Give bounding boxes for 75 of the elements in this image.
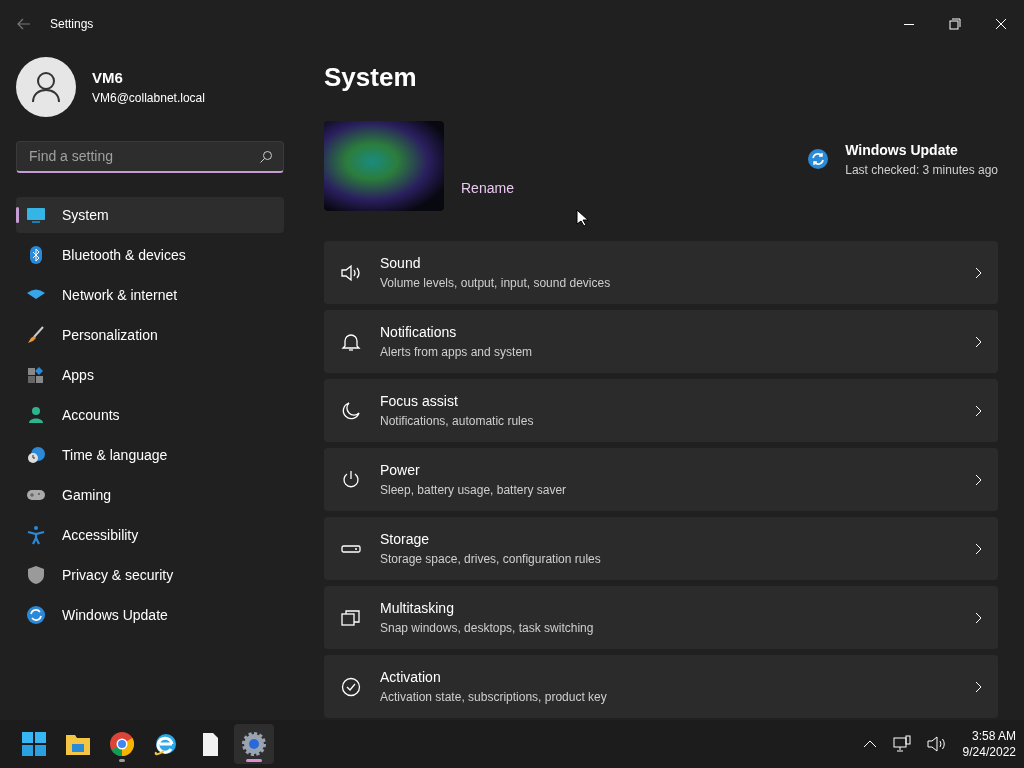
setting-title: Notifications bbox=[380, 323, 458, 342]
sync-icon bbox=[26, 605, 46, 625]
nav-item[interactable]: Network & internet bbox=[16, 277, 284, 313]
setting-description: Activation state, subscriptions, product key bbox=[380, 689, 608, 706]
chrome-icon bbox=[108, 730, 136, 758]
setting-card[interactable]: Sound Volume levels, output, input, sound devices bbox=[324, 241, 998, 304]
search-box[interactable]: Find a setting bbox=[16, 141, 284, 173]
setting-card[interactable]: Multitasking Snap windows, desktops, task switching bbox=[324, 586, 998, 649]
sync-icon bbox=[807, 148, 830, 170]
setting-card[interactable]: Storage Storage space, drives, configuration rules bbox=[324, 517, 998, 580]
start-icon bbox=[20, 730, 48, 758]
gear-icon bbox=[240, 730, 268, 758]
network-icon[interactable] bbox=[892, 735, 911, 753]
nav-item[interactable]: Accounts bbox=[16, 397, 284, 433]
chevron-right-icon bbox=[974, 680, 982, 693]
setting-card[interactable]: Focus assist Notifications, automatic rules bbox=[324, 379, 998, 442]
power-icon bbox=[341, 469, 361, 490]
pointer-icon bbox=[576, 209, 588, 227]
window-title: Settings bbox=[50, 16, 94, 33]
account-email: VM6@collabnet.local bbox=[92, 90, 205, 108]
search-icon[interactable] bbox=[259, 149, 273, 164]
update-title[interactable]: Windows Update bbox=[845, 139, 998, 161]
nav-item[interactable]: Time & language bbox=[16, 437, 284, 473]
nav-item[interactable]: Bluetooth & devices bbox=[16, 237, 284, 273]
speaker-icon bbox=[341, 262, 361, 283]
nav-item[interactable]: Apps bbox=[16, 357, 284, 393]
chevron-right-icon bbox=[974, 266, 982, 279]
setting-title: Power bbox=[380, 461, 421, 480]
chevron-right-icon bbox=[974, 335, 982, 348]
setting-card[interactable]: Activation Activation state, subscriptions, product key bbox=[324, 655, 998, 718]
back-arrow-icon[interactable] bbox=[17, 18, 31, 30]
speaker-icon[interactable] bbox=[926, 736, 947, 752]
apps-icon bbox=[26, 365, 46, 385]
chevron-up-icon[interactable] bbox=[862, 739, 877, 749]
check-circle-icon bbox=[341, 676, 361, 697]
clock[interactable]: 3:58 AM 9/24/2022 bbox=[962, 727, 1016, 761]
person-icon bbox=[26, 405, 46, 425]
page-title: System bbox=[324, 61, 418, 94]
shield-icon bbox=[26, 565, 46, 585]
bell-icon bbox=[341, 331, 361, 352]
nav-item[interactable]: System bbox=[16, 197, 284, 233]
setting-description: Notifications, automatic rules bbox=[380, 413, 535, 430]
account-name: VM6 bbox=[92, 67, 124, 88]
globe-clock-icon bbox=[26, 445, 46, 465]
brush-icon bbox=[26, 325, 46, 345]
setting-description: Alerts from apps and system bbox=[380, 344, 534, 361]
setting-description: Snap windows, desktops, task switching bbox=[380, 620, 595, 637]
avatar bbox=[16, 57, 76, 117]
taskbar-app-button[interactable] bbox=[234, 724, 274, 764]
setting-description: Sleep, battery usage, battery saver bbox=[380, 482, 568, 499]
setting-card[interactable]: Power Sleep, battery usage, battery saver bbox=[324, 448, 998, 511]
accessibility-icon bbox=[26, 525, 46, 545]
moon-icon bbox=[341, 400, 361, 421]
setting-title: Multitasking bbox=[380, 599, 455, 618]
windows-icon bbox=[341, 607, 361, 628]
setting-card[interactable]: Notifications Alerts from apps and system bbox=[324, 310, 998, 373]
nav-item[interactable]: Accessibility bbox=[16, 517, 284, 553]
update-status: Last checked: 3 minutes ago bbox=[845, 161, 998, 179]
chevron-right-icon bbox=[974, 611, 982, 624]
chevron-right-icon bbox=[974, 542, 982, 555]
system-icon bbox=[26, 205, 46, 225]
setting-title: Sound bbox=[380, 254, 422, 273]
setting-title: Activation bbox=[380, 668, 442, 687]
setting-description: Volume levels, output, input, sound devices bbox=[380, 275, 612, 292]
chevron-right-icon bbox=[974, 473, 982, 486]
setting-title: Focus assist bbox=[380, 392, 459, 411]
chevron-right-icon bbox=[974, 404, 982, 417]
setting-title: Storage bbox=[380, 530, 431, 549]
rename-link[interactable]: Rename bbox=[461, 178, 514, 199]
search-field[interactable]: Find a setting bbox=[27, 145, 259, 168]
nav-item[interactable]: Privacy & security bbox=[16, 557, 284, 593]
nav-item[interactable]: Gaming bbox=[16, 477, 284, 513]
nav-item[interactable]: Personalization bbox=[16, 317, 284, 353]
setting-description: Storage space, drives, configuration rules bbox=[380, 551, 602, 568]
nav-item[interactable]: Windows Update bbox=[16, 597, 284, 633]
